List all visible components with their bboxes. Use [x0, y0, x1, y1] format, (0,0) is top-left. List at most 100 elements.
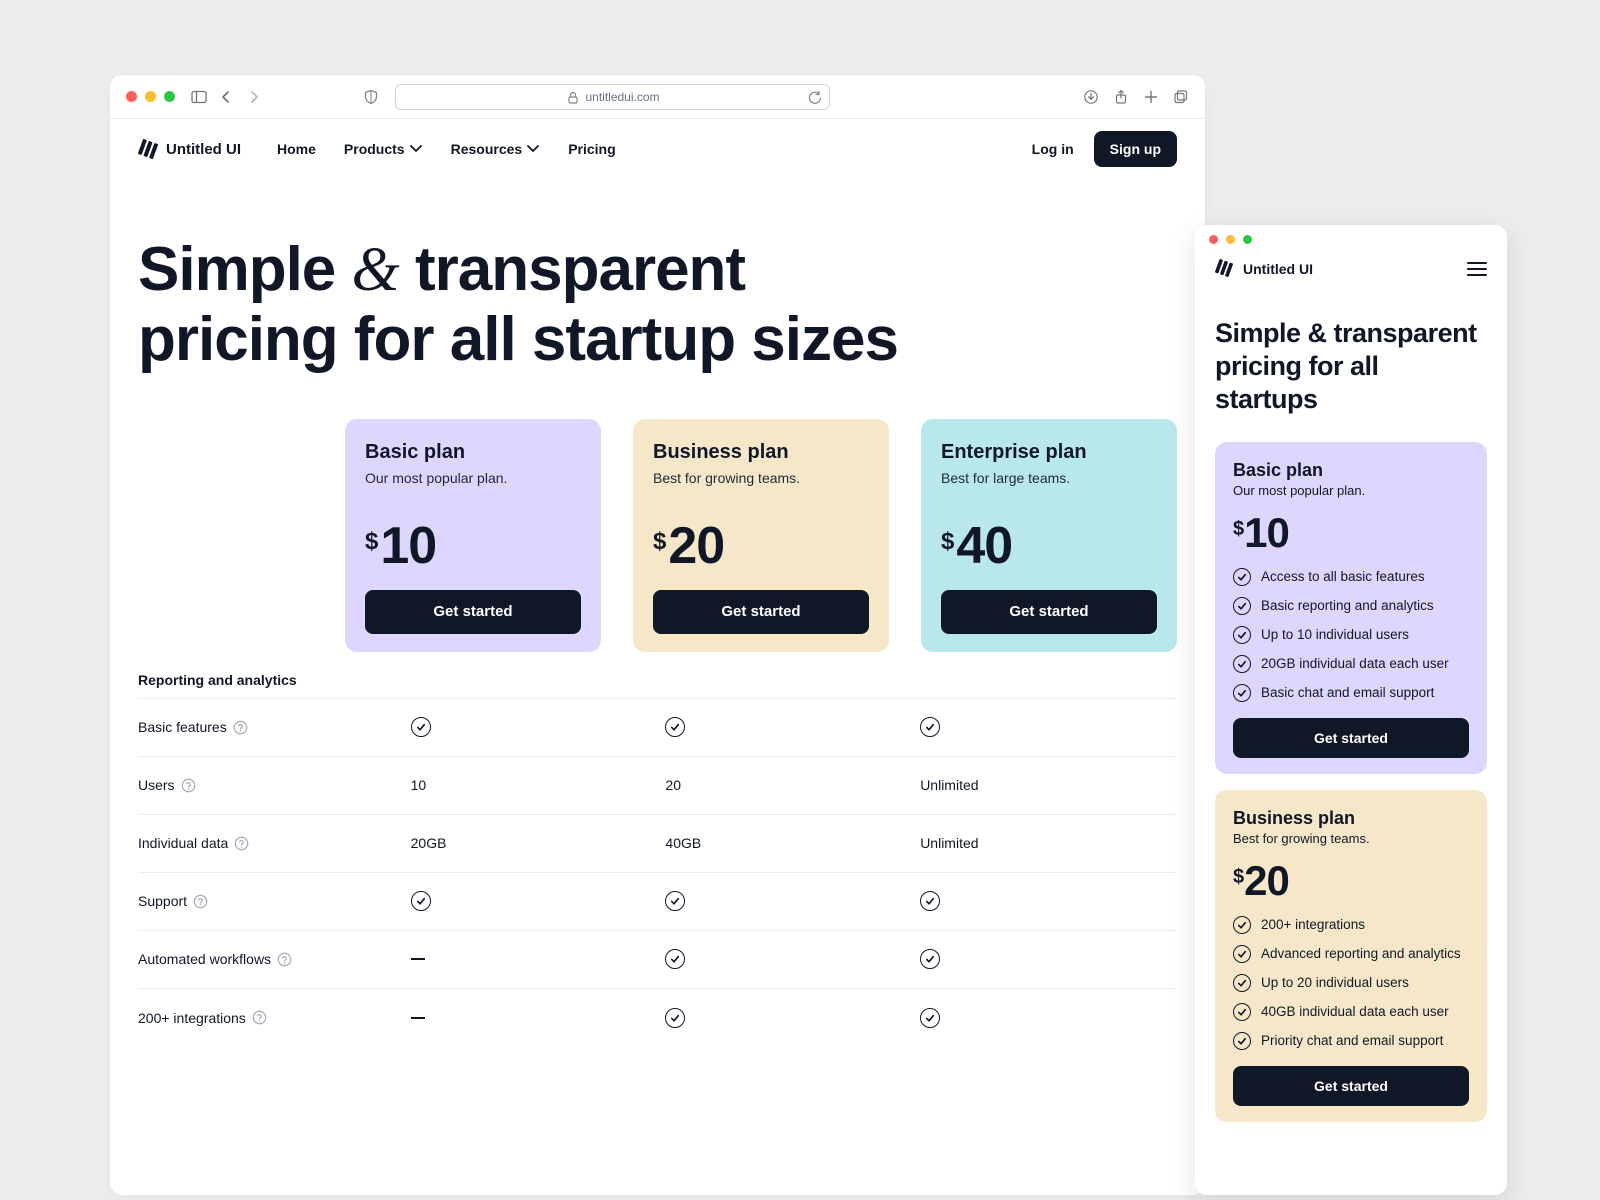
check-icon	[1233, 655, 1251, 673]
cell-value: 20GB	[411, 835, 447, 851]
feature-item: Advanced reporting and analytics	[1233, 945, 1469, 963]
row-label: Support	[138, 893, 187, 909]
check-icon	[411, 717, 431, 737]
signup-button[interactable]: Sign up	[1094, 131, 1177, 167]
section-label: Reporting and analytics	[138, 672, 1177, 688]
help-icon[interactable]	[252, 1010, 267, 1025]
chevron-down-icon	[526, 142, 540, 156]
site-header: Untitled UI Home Products Resources Pric…	[110, 119, 1205, 179]
traffic-close[interactable]	[126, 91, 137, 102]
feature-text: Basic reporting and analytics	[1261, 598, 1434, 613]
plan-price: $ 20	[653, 520, 869, 572]
dash-icon	[411, 958, 425, 960]
cell-value: 40GB	[665, 835, 701, 851]
share-icon[interactable]	[1113, 89, 1129, 105]
traffic-lights	[126, 91, 175, 102]
get-started-button[interactable]: Get started	[365, 590, 581, 634]
feature-text: 200+ integrations	[1261, 917, 1365, 932]
check-icon	[411, 891, 431, 911]
help-icon[interactable]	[277, 952, 292, 967]
check-icon	[665, 1008, 685, 1028]
mobile-site-header: Untitled UI	[1195, 253, 1507, 279]
nav-resources[interactable]: Resources	[451, 141, 541, 157]
dash-icon	[411, 1017, 425, 1019]
plan-price: $ 10	[1233, 512, 1469, 554]
traffic-minimize[interactable]	[145, 91, 156, 102]
lock-icon	[565, 90, 579, 104]
check-icon	[1233, 945, 1251, 963]
feature-item: Basic chat and email support	[1233, 684, 1469, 702]
feature-list: 200+ integrations Advanced reporting and …	[1233, 916, 1469, 1050]
get-started-button[interactable]: Get started	[1233, 1066, 1469, 1106]
nav-products[interactable]: Products	[344, 141, 423, 157]
row-label: Individual data	[138, 835, 228, 851]
plan-tagline: Best for large teams.	[941, 470, 1157, 486]
login-link[interactable]: Log in	[1032, 141, 1074, 157]
plan-card-enterprise: Enterprise plan Best for large teams. $ …	[921, 419, 1177, 652]
feature-item: 40GB individual data each user	[1233, 1003, 1469, 1021]
page-title: Simple & transparent pricing for all sta…	[138, 235, 1177, 375]
table-row: Basic features	[138, 698, 1177, 756]
downloads-icon[interactable]	[1083, 89, 1099, 105]
plan-cards-row: Basic plan Our most popular plan. $ 10 G…	[110, 419, 1205, 652]
desktop-browser-window: untitledui.com Untitled UI Home Products…	[110, 75, 1205, 1195]
traffic-minimize[interactable]	[1226, 235, 1235, 244]
logo-mark-icon	[1215, 259, 1235, 279]
new-tab-icon[interactable]	[1143, 89, 1159, 105]
help-icon[interactable]	[233, 720, 248, 735]
plan-tagline: Best for growing teams.	[1233, 831, 1469, 846]
row-label: Users	[138, 777, 175, 793]
privacy-shield-icon[interactable]	[363, 89, 379, 105]
get-started-button[interactable]: Get started	[941, 590, 1157, 634]
row-label: Automated workflows	[138, 951, 271, 967]
tabs-overview-icon[interactable]	[1173, 89, 1189, 105]
forward-icon[interactable]	[245, 88, 263, 106]
traffic-close[interactable]	[1209, 235, 1218, 244]
check-icon	[1233, 1003, 1251, 1021]
mobile-hero: Simple & transparent pricing for all sta…	[1195, 279, 1507, 442]
check-icon	[1233, 974, 1251, 992]
nav-pricing[interactable]: Pricing	[568, 141, 615, 157]
plan-tagline: Our most popular plan.	[1233, 483, 1469, 498]
brand-logo[interactable]: Untitled UI	[1215, 259, 1313, 279]
check-icon	[920, 1008, 940, 1028]
row-label: Basic features	[138, 719, 227, 735]
mobile-plan-card-business: Business plan Best for growing teams. $ …	[1215, 790, 1487, 1122]
url-bar[interactable]: untitledui.com	[395, 84, 830, 110]
help-icon[interactable]	[181, 778, 196, 793]
plan-tagline: Best for growing teams.	[653, 470, 869, 486]
refresh-icon[interactable]	[807, 90, 821, 104]
menu-icon[interactable]	[1467, 262, 1487, 276]
url-text: untitledui.com	[585, 90, 659, 104]
check-icon	[1233, 626, 1251, 644]
nav-home[interactable]: Home	[277, 141, 316, 157]
feature-text: Up to 10 individual users	[1261, 627, 1409, 642]
brand-name: Untitled UI	[166, 141, 241, 158]
traffic-zoom[interactable]	[1243, 235, 1252, 244]
feature-item: Up to 10 individual users	[1233, 626, 1469, 644]
get-started-button[interactable]: Get started	[1233, 718, 1469, 758]
mobile-browser-window: Untitled UI Simple & transparent pricing…	[1195, 225, 1507, 1195]
comparison-table: Basic featuresUsers1020UnlimitedIndividu…	[138, 698, 1177, 1047]
check-icon	[920, 891, 940, 911]
cell-value: Unlimited	[920, 777, 978, 793]
sidebar-toggle-icon[interactable]	[191, 89, 207, 105]
plan-name: Basic plan	[365, 441, 581, 464]
feature-item: Up to 20 individual users	[1233, 974, 1469, 992]
plan-price: $ 20	[1233, 860, 1469, 902]
plan-card-basic: Basic plan Our most popular plan. $ 10 G…	[345, 419, 601, 652]
feature-list: Access to all basic features Basic report…	[1233, 568, 1469, 702]
comparison-section: Reporting and analytics Basic features Us…	[110, 652, 1205, 1047]
brand-logo[interactable]: Untitled UI	[138, 139, 241, 159]
traffic-zoom[interactable]	[164, 91, 175, 102]
feature-text: 40GB individual data each user	[1261, 1004, 1449, 1019]
feature-item: Access to all basic features	[1233, 568, 1469, 586]
feature-text: 20GB individual data each user	[1261, 656, 1449, 671]
check-icon	[665, 949, 685, 969]
back-icon[interactable]	[217, 88, 235, 106]
help-icon[interactable]	[234, 836, 249, 851]
cell-value: 10	[411, 777, 427, 793]
plan-price: $ 40	[941, 520, 1157, 572]
help-icon[interactable]	[193, 894, 208, 909]
get-started-button[interactable]: Get started	[653, 590, 869, 634]
